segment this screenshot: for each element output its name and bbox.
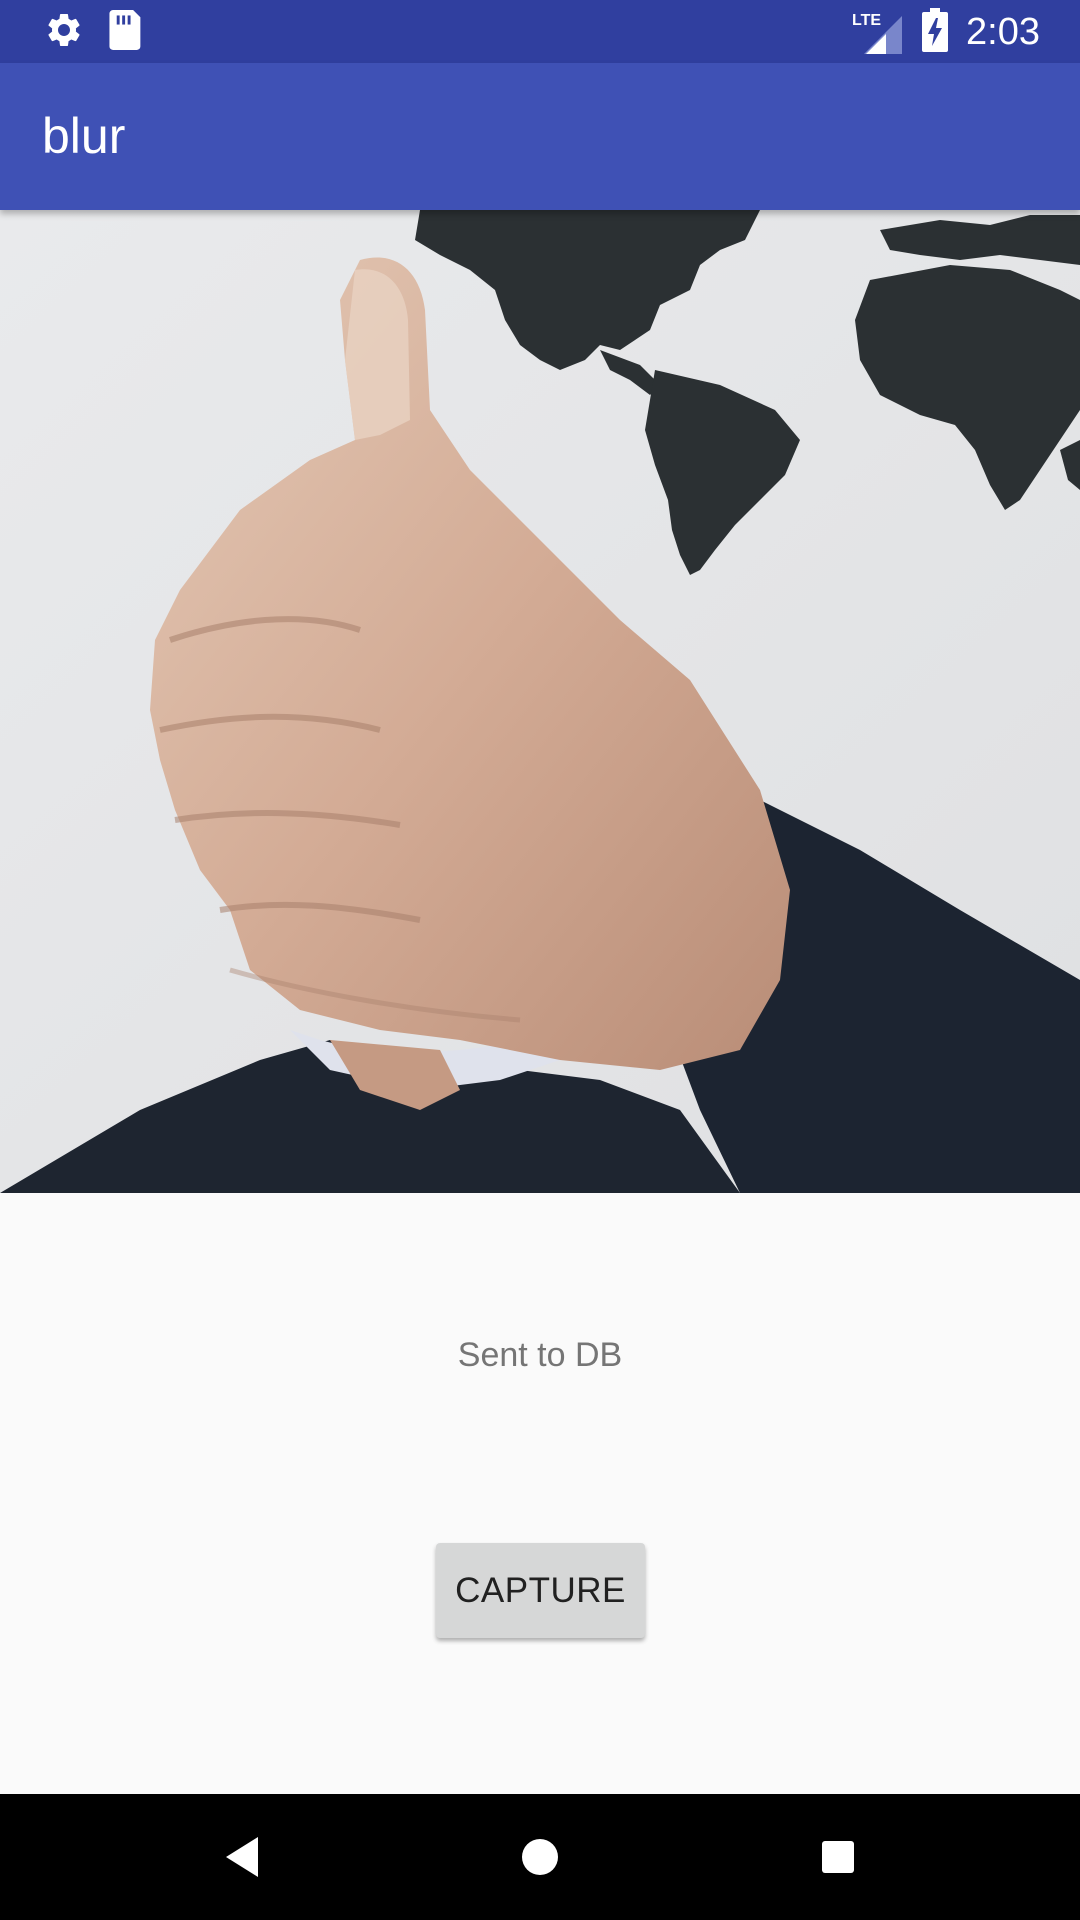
thumb (345, 269, 410, 440)
camera-preview (0, 210, 1080, 1193)
status-message: Sent to DB (457, 1336, 623, 1374)
lte-signal-icon: LTE (852, 10, 904, 54)
status-bar: LTE 2:03 (0, 0, 1080, 63)
back-icon[interactable] (172, 1794, 312, 1920)
app-title: blur (42, 108, 126, 164)
gear-icon (44, 10, 84, 54)
status-right-icons: LTE 2:03 (852, 8, 1040, 56)
app-bar: blur (0, 63, 1080, 210)
home-icon[interactable] (470, 1794, 610, 1920)
capture-button[interactable]: CAPTURE (436, 1543, 645, 1638)
recents-icon[interactable] (768, 1794, 908, 1920)
status-left-icons (44, 10, 142, 54)
status-time: 2:03 (966, 11, 1040, 53)
battery-charging-icon (922, 8, 949, 56)
navigation-bar (0, 1794, 1080, 1920)
screen: LTE 2:03 blur Sent to DB CAPTURE (0, 0, 1080, 1920)
sd-card-icon (106, 10, 142, 54)
